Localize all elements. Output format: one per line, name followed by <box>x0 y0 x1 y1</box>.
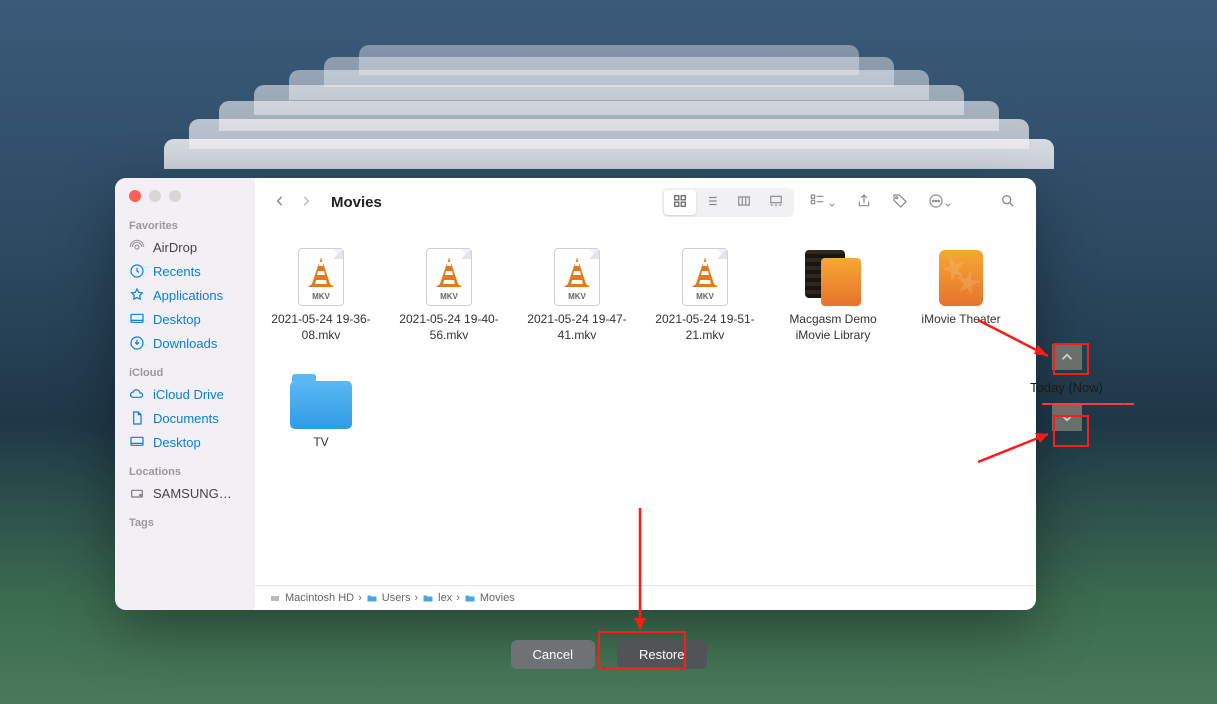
path-segment[interactable]: Macintosh HD <box>269 592 354 604</box>
file-item[interactable]: MKV2021-05-24 19-36-08.mkv <box>271 240 371 343</box>
file-label: 2021-05-24 19-40-56.mkv <box>399 312 499 343</box>
timeline-up-button[interactable] <box>1052 344 1082 370</box>
share-button[interactable] <box>850 189 878 216</box>
icloud-icon <box>129 386 145 402</box>
sidebar-item-applications[interactable]: Applications <box>115 283 255 307</box>
nav-back-button[interactable] <box>269 192 291 213</box>
view-switcher <box>662 188 794 217</box>
sidebar-item-label: Documents <box>153 411 219 426</box>
more-button[interactable] <box>922 189 958 216</box>
nav-forward-button[interactable] <box>295 192 317 213</box>
sidebar-header-tags: Tags <box>115 513 255 532</box>
airdrop-icon <box>129 239 145 255</box>
downloads-icon <box>129 335 145 351</box>
sidebar-header-favorites: Favorites <box>115 216 255 235</box>
file-label: 2021-05-24 19-51-21.mkv <box>655 312 755 343</box>
file-item[interactable]: Macgasm Demo iMovie Library <box>783 240 883 343</box>
chevron-up-icon <box>1058 348 1076 366</box>
restore-button[interactable]: Restore <box>617 640 707 669</box>
file-label: 2021-05-24 19-36-08.mkv <box>271 312 371 343</box>
file-label: iMovie Theater <box>911 312 1011 328</box>
zoom-button[interactable] <box>169 190 181 202</box>
view-column-button[interactable] <box>728 190 760 215</box>
sidebar-item-icloud-drive[interactable]: iCloud Drive <box>115 382 255 406</box>
file-label: 2021-05-24 19-47-41.mkv <box>527 312 627 343</box>
sidebar-header-icloud: iCloud <box>115 363 255 382</box>
file-grid-area: MKV2021-05-24 19-36-08.mkv MKV2021-05-24 … <box>255 226 1036 585</box>
search-button[interactable] <box>994 189 1022 216</box>
close-button[interactable] <box>129 190 141 202</box>
applications-icon <box>129 287 145 303</box>
file-item[interactable]: MKV2021-05-24 19-51-21.mkv <box>655 240 755 343</box>
sidebar-item-label: Downloads <box>153 336 217 351</box>
sidebar-item-samsung[interactable]: SAMSUNG… <box>115 481 255 505</box>
sidebar-item-label: iCloud Drive <box>153 387 224 402</box>
timeline-label: Today (Now) <box>1030 380 1103 395</box>
view-gallery-button[interactable] <box>760 190 792 215</box>
sidebar-item-recents[interactable]: Recents <box>115 259 255 283</box>
path-bar: Macintosh HD › Users › lex › Movies <box>255 585 1036 610</box>
path-sep: › <box>456 592 460 604</box>
file-item[interactable]: MKV2021-05-24 19-40-56.mkv <box>399 240 499 343</box>
sidebar-item-label: Desktop <box>153 312 201 327</box>
timeline-down-button[interactable] <box>1052 405 1082 431</box>
timeline-nav: Today (Now) <box>1030 344 1103 431</box>
sidebar-item-label: Applications <box>153 288 223 303</box>
path-segment[interactable]: lex <box>422 592 452 604</box>
view-icon-button[interactable] <box>664 190 696 215</box>
action-buttons: Cancel Restore <box>511 640 707 669</box>
file-item[interactable]: MKV2021-05-24 19-47-41.mkv <box>527 240 627 343</box>
sidebar-item-label: Desktop <box>153 435 201 450</box>
finder-window: Favorites AirDrop Recents Applications D… <box>115 178 1036 610</box>
chevron-down-icon <box>1058 409 1076 427</box>
path-sep: › <box>414 592 418 604</box>
external-disk-icon <box>129 485 145 501</box>
tags-button[interactable] <box>886 189 914 216</box>
sidebar-item-label: AirDrop <box>153 240 197 255</box>
toolbar: Movies <box>255 178 1036 226</box>
file-label: Macgasm Demo iMovie Library <box>783 312 883 343</box>
recents-icon <box>129 263 145 279</box>
desktop-icon <box>129 311 145 327</box>
page-title: Movies <box>331 194 382 211</box>
group-button[interactable] <box>802 189 842 216</box>
window-controls <box>115 190 255 216</box>
path-segment[interactable]: Users <box>366 592 411 604</box>
file-label: TV <box>271 435 371 451</box>
minimize-button[interactable] <box>149 190 161 202</box>
cancel-button[interactable]: Cancel <box>511 640 595 669</box>
file-item[interactable]: TV <box>271 363 371 451</box>
file-item[interactable]: iMovie Theater <box>911 240 1011 343</box>
sidebar-item-downloads[interactable]: Downloads <box>115 331 255 355</box>
path-segment[interactable]: Movies <box>464 592 515 604</box>
main-pane: Movies MKV2021-05-24 19-36-08.mkvMKV2021… <box>255 178 1036 610</box>
sidebar-item-label: Recents <box>153 264 201 279</box>
view-list-button[interactable] <box>696 190 728 215</box>
sidebar-item-desktop-icloud[interactable]: Desktop <box>115 430 255 454</box>
documents-icon <box>129 410 145 426</box>
path-sep: › <box>358 592 362 604</box>
sidebar: Favorites AirDrop Recents Applications D… <box>115 178 255 610</box>
sidebar-item-documents[interactable]: Documents <box>115 406 255 430</box>
sidebar-header-locations: Locations <box>115 462 255 481</box>
desktop-icon <box>129 434 145 450</box>
sidebar-item-desktop[interactable]: Desktop <box>115 307 255 331</box>
sidebar-item-airdrop[interactable]: AirDrop <box>115 235 255 259</box>
sidebar-item-label: SAMSUNG… <box>153 486 232 501</box>
